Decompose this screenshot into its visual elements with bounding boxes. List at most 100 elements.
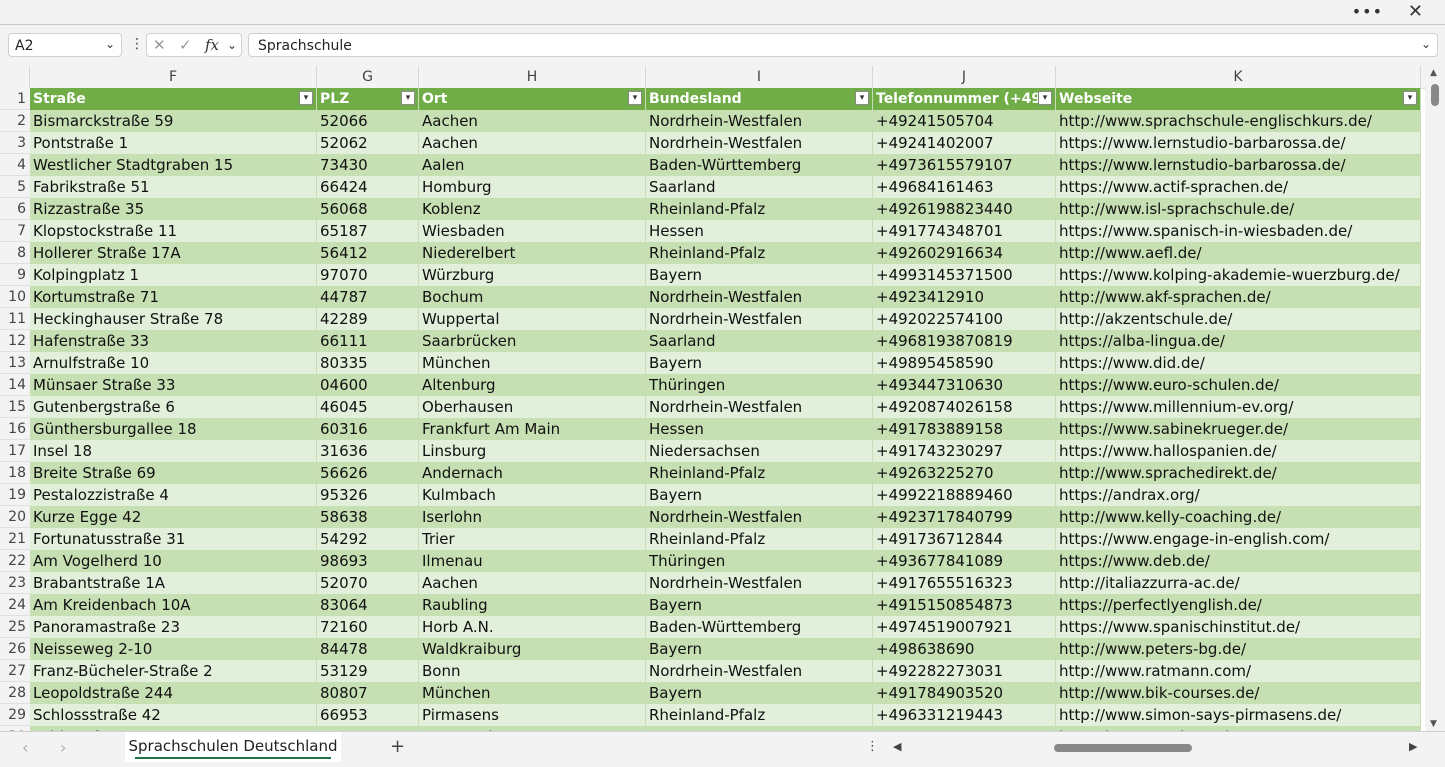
table-cell[interactable]: Brabantstraße 1A [30,572,317,594]
table-cell[interactable]: Iserlohn [419,506,646,528]
table-cell[interactable]: https://perfectlyenglish.de/ [1056,594,1421,616]
table-cell[interactable]: Nordrhein-Westfalen [646,286,873,308]
row-header[interactable]: 27 [0,660,30,682]
cancel-icon[interactable]: ✕ [153,36,166,54]
table-cell[interactable]: 66953 [317,704,419,726]
table-cell[interactable]: Westlicher Stadtgraben 15 [30,154,317,176]
table-cell[interactable]: Hollerer Straße 17A [30,242,317,264]
vertical-dots-icon[interactable]: ⋮ [866,739,879,754]
row-header[interactable]: 12 [0,330,30,352]
table-cell[interactable]: +49263225270 [873,462,1056,484]
row-header[interactable]: 1 [0,88,30,110]
expand-formula-icon[interactable]: ⌄ [1421,37,1431,51]
more-options-icon[interactable]: ••• [1352,2,1383,21]
table-cell[interactable]: Würzburg [419,264,646,286]
table-cell[interactable]: +493677841089 [873,550,1056,572]
table-cell[interactable]: http://www.sprachedirekt.de/ [1056,462,1421,484]
table-cell[interactable]: Pestalozzistraße 4 [30,484,317,506]
row-header[interactable]: 16 [0,418,30,440]
row-header[interactable]: 21 [0,528,30,550]
table-cell[interactable]: Am Vogelherd 10 [30,550,317,572]
table-cell[interactable]: Günthersburgallee 18 [30,418,317,440]
scrollbar-thumb[interactable] [1431,84,1439,106]
column-header-i[interactable]: I [646,66,873,88]
table-cell[interactable]: 54292 [317,528,419,550]
table-cell[interactable]: Nordrhein-Westfalen [646,132,873,154]
table-cell[interactable]: 66111 [317,330,419,352]
table-cell[interactable]: +491743230297 [873,440,1056,462]
vertical-scrollbar[interactable]: ▲ ▼ [1425,66,1445,731]
close-icon[interactable]: ✕ [1408,1,1423,22]
table-cell[interactable]: +4992218889460 [873,484,1056,506]
table-cell[interactable]: Niedersachsen [646,440,873,462]
row-header[interactable]: 20 [0,506,30,528]
table-cell[interactable]: Kolpingplatz 1 [30,264,317,286]
table-cell[interactable]: 56412 [317,242,419,264]
table-cell[interactable]: https://www.did.de/ [1056,352,1421,374]
table-cell[interactable]: 04600 [317,374,419,396]
confirm-icon[interactable]: ✓ [179,36,192,54]
scroll-left-icon[interactable]: ◀ [893,740,901,753]
row-header[interactable]: 6 [0,198,30,220]
table-cell[interactable]: Bayern [646,484,873,506]
filter-dropdown-icon[interactable]: ▾ [1403,91,1417,105]
table-cell[interactable]: +493447310630 [873,374,1056,396]
table-cell[interactable]: Homburg [419,176,646,198]
table-cell[interactable]: +498638690 [873,638,1056,660]
sheet-tab[interactable]: Sprachschulen Deutschland [125,732,341,762]
row-header[interactable]: 7 [0,220,30,242]
table-cell[interactable]: https://www.hallospanien.de/ [1056,440,1421,462]
table-cell[interactable]: Bayern [646,264,873,286]
table-cell[interactable]: http://www.sprachschule-englischkurs.de/ [1056,110,1421,132]
table-cell[interactable]: München [419,682,646,704]
table-cell[interactable]: 58638 [317,506,419,528]
table-cell[interactable]: Bayern [646,682,873,704]
table-cell[interactable]: Pontstraße 1 [30,132,317,154]
row-header[interactable]: 25 [0,616,30,638]
table-cell[interactable]: Nordrhein-Westfalen [646,308,873,330]
table-cell[interactable]: +4923412910 [873,286,1056,308]
header-cell[interactable]: Bundesland ▾ [646,88,873,110]
table-cell[interactable]: Bonn [419,660,646,682]
table-cell[interactable]: Aalen [419,154,646,176]
filter-dropdown-icon[interactable]: ▾ [628,91,642,105]
table-cell[interactable]: +4968193870819 [873,330,1056,352]
table-cell[interactable]: +492282273031 [873,660,1056,682]
chevron-down-icon[interactable]: ⌄ [227,38,237,52]
table-cell[interactable]: +491774348701 [873,220,1056,242]
table-cell[interactable]: http://www.isl-sprachschule.de/ [1056,198,1421,220]
table-cell[interactable]: Rheinland-Pfalz [646,242,873,264]
table-cell[interactable]: Neisseweg 2-10 [30,638,317,660]
table-cell[interactable]: Breite Straße 69 [30,462,317,484]
table-cell[interactable]: +4926198823440 [873,198,1056,220]
header-cell[interactable]: PLZ ▾ [317,88,419,110]
table-cell[interactable]: Baden-Württemberg [646,154,873,176]
table-cell[interactable]: Leopoldstraße 244 [30,682,317,704]
table-cell[interactable]: München [419,352,646,374]
table-cell[interactable]: Aachen [419,132,646,154]
table-cell[interactable]: Klopstockstraße 11 [30,220,317,242]
table-cell[interactable]: Oberhausen [419,396,646,418]
scroll-up-icon[interactable]: ▲ [1430,68,1437,78]
table-cell[interactable]: Münsaer Straße 33 [30,374,317,396]
row-header[interactable]: 11 [0,308,30,330]
vertical-dots-icon[interactable]: ⋮ [130,36,144,52]
table-cell[interactable]: Rheinland-Pfalz [646,198,873,220]
header-cell[interactable]: Telefonnummer (+49) ▾ [873,88,1056,110]
row-header[interactable]: 4 [0,154,30,176]
table-cell[interactable]: https://www.actif-sprachen.de/ [1056,176,1421,198]
table-cell[interactable]: 98693 [317,550,419,572]
table-cell[interactable]: https://www.millennium-ev.org/ [1056,396,1421,418]
table-cell[interactable]: Thüringen [646,550,873,572]
table-cell[interactable]: Saarland [646,330,873,352]
table-cell[interactable]: Gutenbergstraße 6 [30,396,317,418]
table-cell[interactable]: 46045 [317,396,419,418]
table-cell[interactable]: +4923717840799 [873,506,1056,528]
horizontal-scrollbar-thumb[interactable] [1054,744,1192,752]
table-cell[interactable]: Waldkraiburg [419,638,646,660]
table-cell[interactable]: Nordrhein-Westfalen [646,506,873,528]
spreadsheet-grid[interactable]: FGHIJK 1 Straße ▾ PLZ ▾ Ort ▾ Bundesland ▾ Telefo… [0,66,1425,731]
table-cell[interactable]: +4993145371500 [873,264,1056,286]
row-header[interactable]: 3 [0,132,30,154]
table-cell[interactable]: Rheinland-Pfalz [646,704,873,726]
